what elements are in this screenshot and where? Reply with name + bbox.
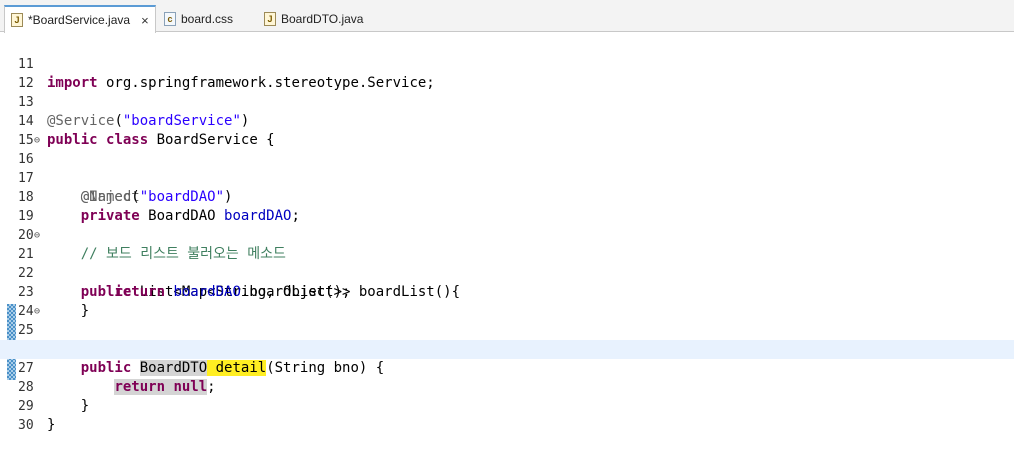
- code-line: 15: [0, 112, 1014, 148]
- css-file-icon: c: [164, 12, 176, 26]
- code-line: 23 }: [0, 264, 1014, 319]
- code-line: 26: [0, 321, 1014, 357]
- code-editor[interactable]: 10 11 import org.springframework.stereot…: [0, 32, 1014, 433]
- tab-label: BoardDTO.java: [281, 12, 364, 26]
- java-file-icon: J: [264, 12, 276, 26]
- fold-collapse-icon[interactable]: ⊖: [34, 302, 40, 321]
- fold-collapse-icon[interactable]: ⊖: [34, 226, 40, 245]
- code-line: 21 ⊖ public List<Map<String, Object>> bo…: [0, 226, 1014, 300]
- fold-collapse-icon[interactable]: ⊖: [34, 131, 40, 150]
- code-line: 13 @Service("boardService"): [0, 74, 1014, 129]
- code-line: 19: [0, 188, 1014, 224]
- code-line: 14 public class BoardService {: [0, 93, 1014, 148]
- java-file-icon: J: [11, 13, 23, 27]
- code-line: 18 private BoardDAO boardDAO;: [0, 169, 1014, 224]
- code-line: 25 ⊖ public BoardDTO detail(String bno) …: [0, 302, 1014, 376]
- tab-label: *BoardService.java: [28, 13, 131, 27]
- code-line: 17 @Named("boardDAO"): [0, 150, 1014, 205]
- tab-board-css[interactable]: c board.css: [158, 6, 248, 32]
- tab-boarddto-java[interactable]: J BoardDTO.java: [258, 6, 368, 32]
- tab-label: board.css: [181, 12, 234, 26]
- code-line: 20 // 보드 리스트 불러오는 메소드: [0, 207, 1014, 262]
- current-code-line: 27 return null;: [0, 340, 1014, 395]
- code-line: 24: [0, 283, 1014, 319]
- code-line: 31: [0, 416, 1014, 429]
- code-line: 30: [0, 397, 1014, 433]
- code-line: 28 }: [0, 359, 1014, 414]
- tab-boardservice-java[interactable]: J *BoardService.java ×: [4, 5, 156, 33]
- close-icon[interactable]: ×: [141, 13, 149, 28]
- code-line: 11 import org.springframework.stereotype…: [0, 36, 1014, 91]
- editor-tab-bar: J *BoardService.java × c board.css J Boa…: [0, 0, 1014, 33]
- code-line: 29 }: [0, 378, 1014, 433]
- code-line: 16 ⊖ @Inject: [0, 131, 1014, 205]
- code-line: 12: [0, 55, 1014, 91]
- code-line: 22 return boardDAO.boardList();: [0, 245, 1014, 300]
